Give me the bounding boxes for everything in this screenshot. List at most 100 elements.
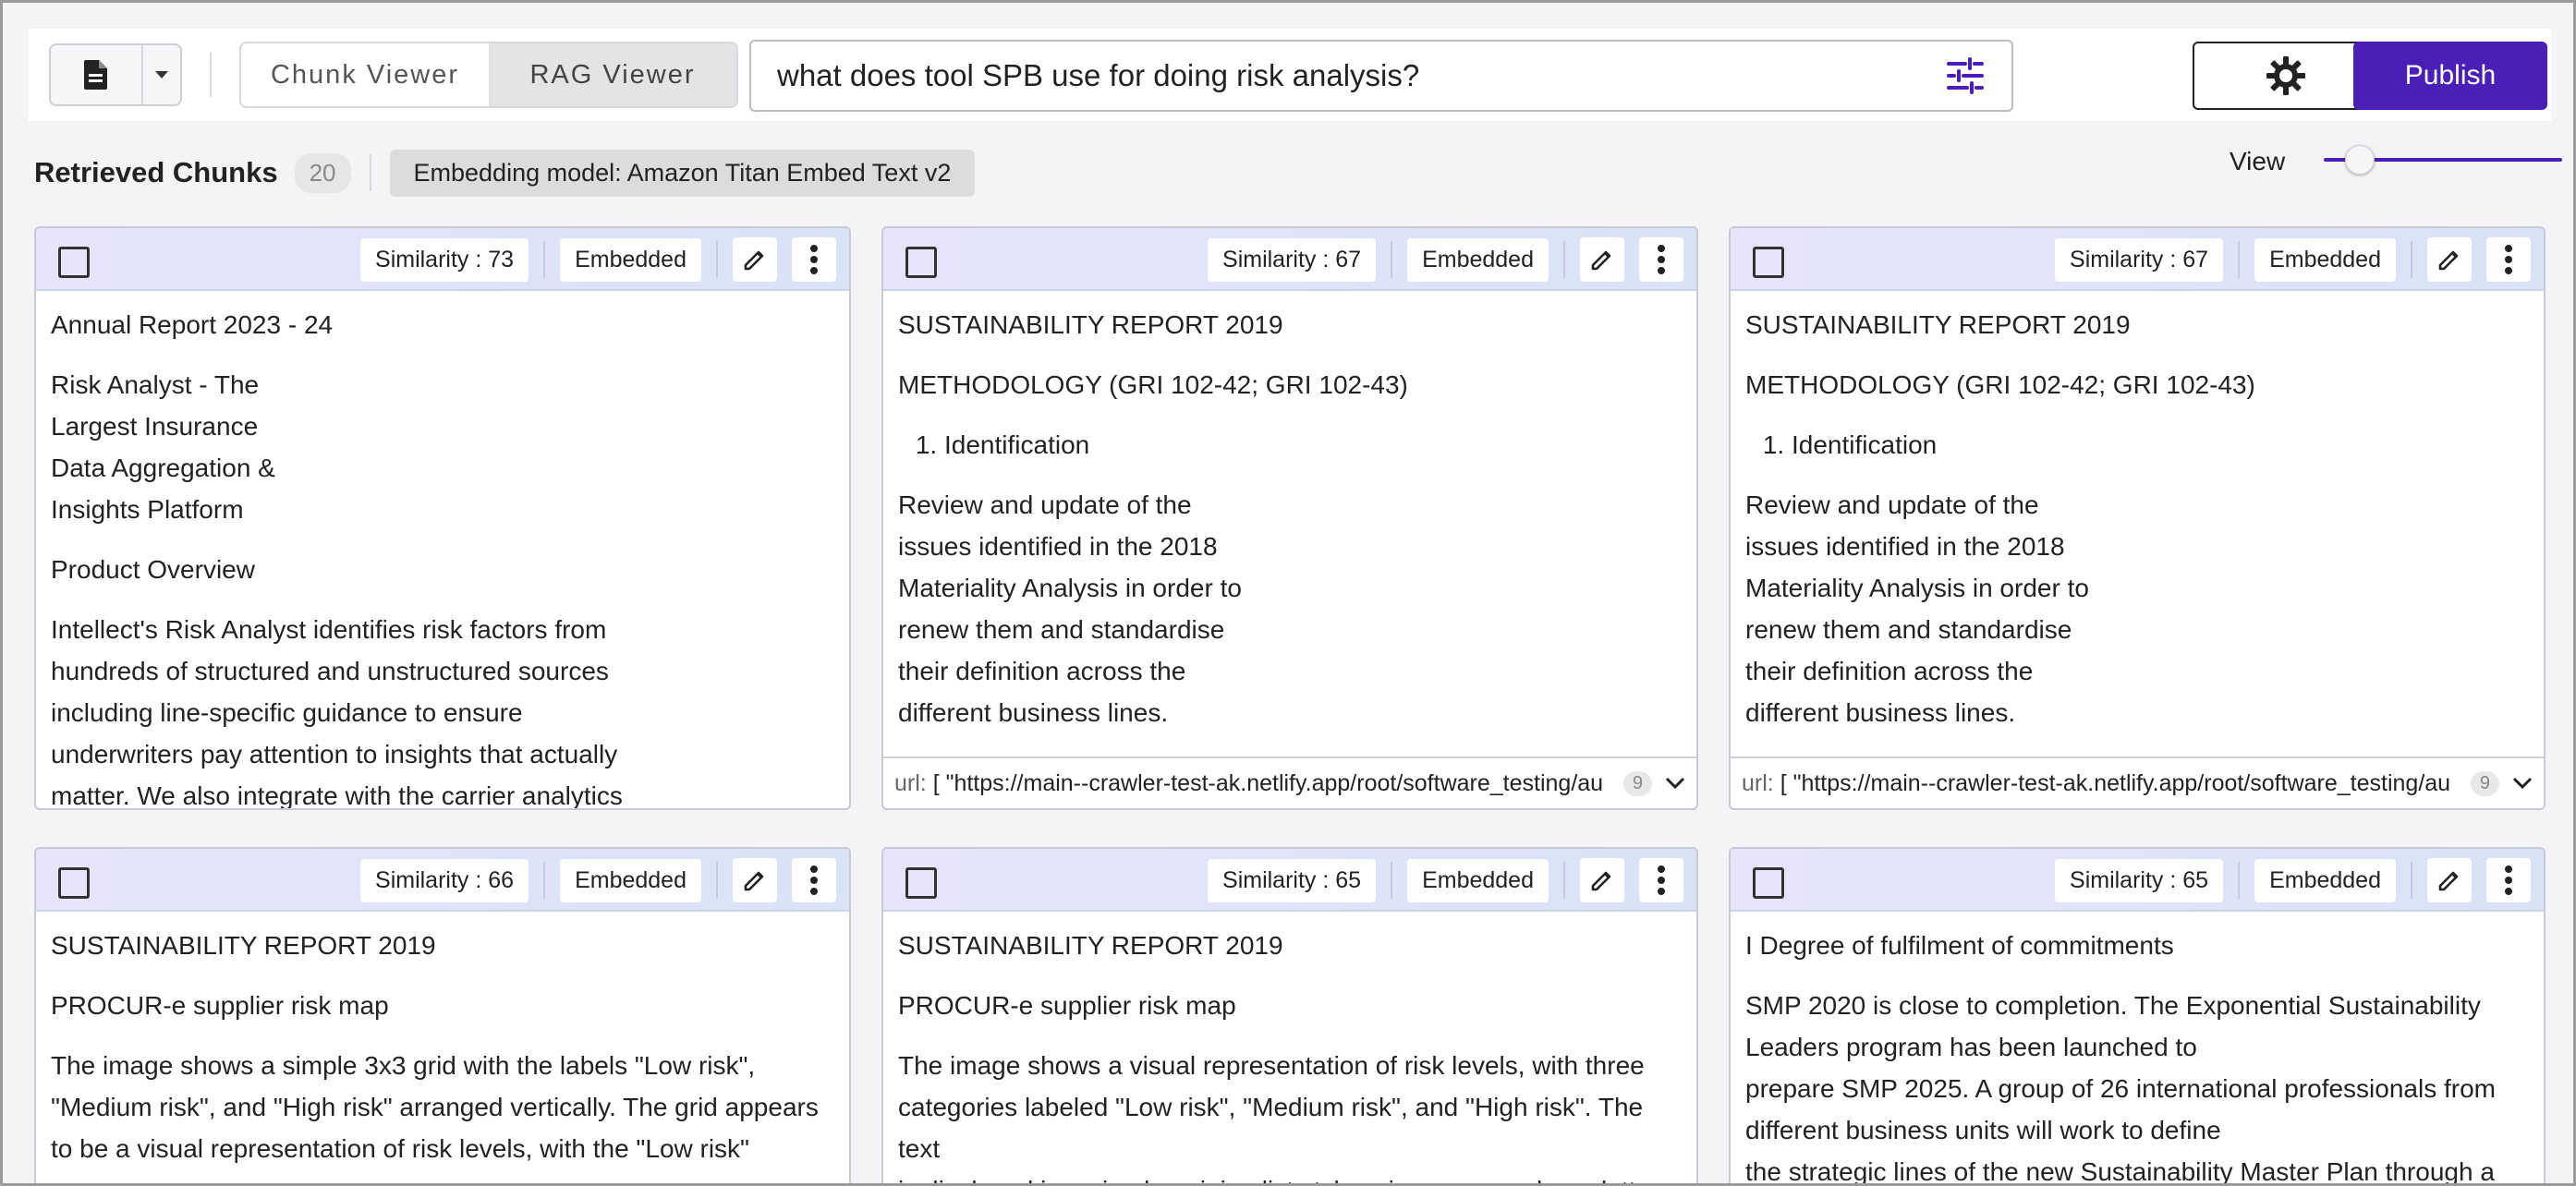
results-count-badge: 20 (294, 152, 351, 193)
chunk-paragraph: Review and update of the issues identifie… (898, 490, 1242, 727)
chunk-list: Identification (944, 424, 1682, 466)
embedded-status-badge: Embedded (2254, 858, 2396, 902)
chunk-card-tags: Similarity : 65 Embedded (1193, 856, 1683, 904)
publish-button[interactable]: Publish (2353, 42, 2547, 110)
chunk-paragraph: Review and update of the issues identifie… (1745, 490, 2089, 727)
more-options-button[interactable] (1639, 237, 1683, 282)
header-divider (369, 154, 371, 191)
document-button[interactable] (51, 45, 143, 104)
more-vertical-icon (1658, 865, 1665, 895)
url-value: [ "https://main--crawler-test-ak.netlify… (932, 769, 1604, 796)
chunk-paragraph: SUSTAINABILITY REPORT 2019 (898, 310, 1283, 339)
tag-divider (543, 241, 546, 278)
chunk-paragraph: Intellect's Risk Analyst identifies risk… (51, 615, 623, 810)
select-checkbox[interactable] (58, 247, 90, 278)
embedded-status-badge: Embedded (560, 858, 701, 902)
pencil-icon (2438, 871, 2459, 891)
caret-down-icon (155, 71, 168, 79)
more-options-button[interactable] (792, 858, 836, 902)
document-menu-button[interactable] (49, 43, 182, 106)
tune-settings-icon[interactable] (1945, 55, 1986, 96)
chunk-paragraph: I Degree of fulfilment of commitments (1745, 931, 2174, 960)
query-input[interactable] (777, 58, 1945, 93)
select-checkbox[interactable] (58, 867, 90, 899)
more-vertical-icon (1658, 245, 1665, 274)
select-checkbox[interactable] (905, 867, 937, 899)
select-checkbox[interactable] (1753, 247, 1784, 278)
view-slider-thumb[interactable] (2344, 145, 2375, 175)
chunk-card: Similarity : 65 Embedded I Degree of ful… (1729, 847, 2546, 1186)
chunk-card: Similarity : 67 Embedded SUSTAINABILITY (881, 226, 1698, 810)
edit-button[interactable] (733, 237, 777, 282)
pencil-icon (1591, 871, 1611, 891)
chunk-paragraph: Risk Analyst - The Largest Insurance Data … (51, 370, 275, 524)
chunk-list-item: Identification (944, 424, 1682, 466)
chunk-paragraph: SUSTAINABILITY REPORT 2019 (51, 931, 436, 960)
chevron-down-icon[interactable] (2512, 777, 2533, 790)
tab-chunk-viewer[interactable]: Chunk Viewer (241, 43, 489, 106)
chunk-card-tags: Similarity : 73 Embedded (346, 236, 836, 284)
embedding-model-chip: Embedding model: Amazon Titan Embed Text… (389, 149, 976, 197)
more-vertical-icon (2505, 245, 2512, 274)
url-count-badge: 9 (1622, 770, 1652, 796)
chunk-card-header: Similarity : 67 Embedded (1731, 228, 2544, 291)
chunk-paragraph: The image shows a simple 3x3 grid with t… (51, 1051, 819, 1163)
chunk-content: I Degree of fulfilment of commitments SMP… (1731, 912, 2544, 1186)
chevron-down-icon[interactable] (1665, 777, 1685, 790)
more-vertical-icon (810, 245, 818, 274)
settings-button[interactable] (2193, 42, 2379, 110)
edit-button[interactable] (1580, 237, 1624, 282)
chunk-card-header: Similarity : 66 Embedded (36, 849, 849, 912)
chunk-card-header: Similarity : 65 Embedded (1731, 849, 2544, 912)
more-options-button[interactable] (792, 237, 836, 282)
edit-button[interactable] (1580, 858, 1624, 902)
chunk-card: Similarity : 65 Embedded SUSTAINABILITY (881, 847, 1698, 1183)
select-checkbox[interactable] (905, 247, 937, 278)
chunk-card: Similarity : 67 Embedded SUSTAINABILITY (1729, 226, 2546, 810)
more-options-button[interactable] (2486, 237, 2531, 282)
tag-divider (2411, 862, 2412, 899)
url-count-badge: 9 (2470, 770, 2499, 796)
results-header: Retrieved Chunks 20 Embedding model: Ama… (34, 149, 976, 197)
chunk-content: SUSTAINABILITY REPORT 2019 PROCUR-e suppl… (883, 912, 1696, 1183)
chunk-paragraph: PROCUR-e supplier risk map (898, 991, 1236, 1020)
tag-divider (1391, 862, 1393, 899)
chunk-card-header: Similarity : 65 Embedded (883, 849, 1696, 912)
view-slider[interactable] (2324, 145, 2562, 175)
chunk-card: Similarity : 66 Embedded SUSTAINABILITY (34, 847, 851, 1183)
results-title: Retrieved Chunks (34, 156, 278, 188)
pencil-icon (744, 250, 764, 271)
gear-icon (2266, 56, 2305, 95)
more-options-button[interactable] (1639, 858, 1683, 902)
chunk-card-tags: Similarity : 67 Embedded (1193, 236, 1683, 284)
chunk-paragraph: Annual Report 2023 - 24 (51, 310, 334, 339)
chunk-card-tags: Similarity : 66 Embedded (346, 856, 836, 904)
document-dropdown-toggle[interactable] (143, 45, 180, 104)
more-options-button[interactable] (2486, 858, 2531, 902)
url-label: url: (1742, 769, 1774, 796)
similarity-badge: Similarity : 67 (1208, 237, 1377, 282)
top-toolbar: Chunk Viewer RAG Viewer what does tool S… (29, 29, 2551, 121)
chunk-paragraph: SMP 2020 is close to completion. The Exp… (1745, 991, 2496, 1186)
chunk-content: SUSTAINABILITY REPORT 2019 PROCUR-e suppl… (36, 912, 849, 1183)
tag-divider (2238, 241, 2241, 278)
chunk-paragraph: SUSTAINABILITY REPORT 2019 (898, 931, 1283, 960)
tab-rag-viewer[interactable]: RAG Viewer (489, 43, 736, 106)
chunk-content: SUSTAINABILITY REPORT 2019 METHODOLOGY (G… (1731, 291, 2544, 758)
chunk-card: Similarity : 73 Embedded Annual Report 2… (34, 226, 851, 810)
chunk-paragraph: METHODOLOGY (GRI 102-42; GRI 102-43) (1745, 370, 2255, 399)
pencil-icon (744, 871, 764, 891)
select-checkbox[interactable] (1753, 867, 1784, 899)
chunk-paragraph: METHODOLOGY (GRI 102-42; GRI 102-43) (898, 370, 1408, 399)
embedded-status-badge: Embedded (2254, 237, 2396, 282)
document-icon (84, 60, 107, 90)
embedded-status-badge: Embedded (1407, 858, 1549, 902)
edit-button[interactable] (733, 858, 777, 902)
edit-button[interactable] (2427, 858, 2472, 902)
more-vertical-icon (2505, 865, 2512, 895)
app-window: Chunk Viewer RAG Viewer what does tool S… (0, 0, 2576, 1186)
edit-button[interactable] (2427, 237, 2472, 282)
chunk-card-header: Similarity : 67 Embedded (883, 228, 1696, 291)
chunk-card-tags: Similarity : 65 Embedded (2040, 856, 2531, 904)
chunk-list-item: Identification (1792, 424, 2529, 466)
